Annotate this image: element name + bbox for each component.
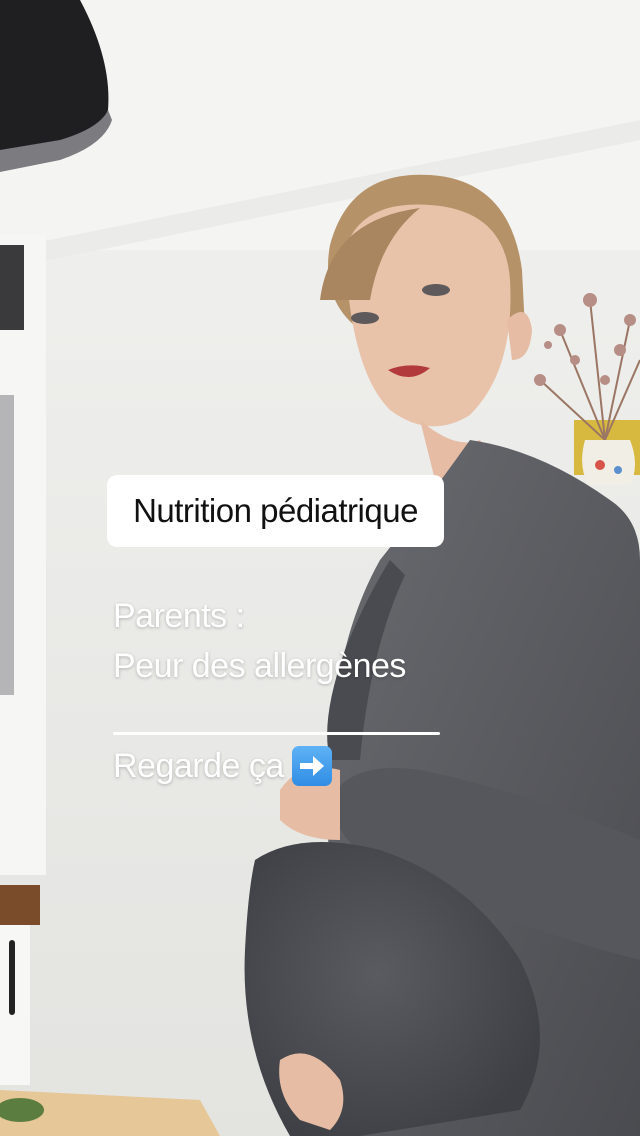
story-frame: Nutrition pédiatrique Parents : Peur des… bbox=[0, 0, 640, 1136]
title-sticker: Nutrition pédiatrique bbox=[107, 475, 444, 547]
cta-label: Regarde ça bbox=[113, 746, 284, 785]
caption-line-parents: Parents : bbox=[113, 597, 245, 635]
cta-text-row: Regarde ça bbox=[113, 746, 332, 786]
background-photo bbox=[0, 0, 640, 1136]
right-arrow-emoji-icon bbox=[291, 746, 332, 786]
divider-line bbox=[113, 732, 440, 735]
caption-line-fear: Peur des allergènes bbox=[113, 647, 406, 685]
